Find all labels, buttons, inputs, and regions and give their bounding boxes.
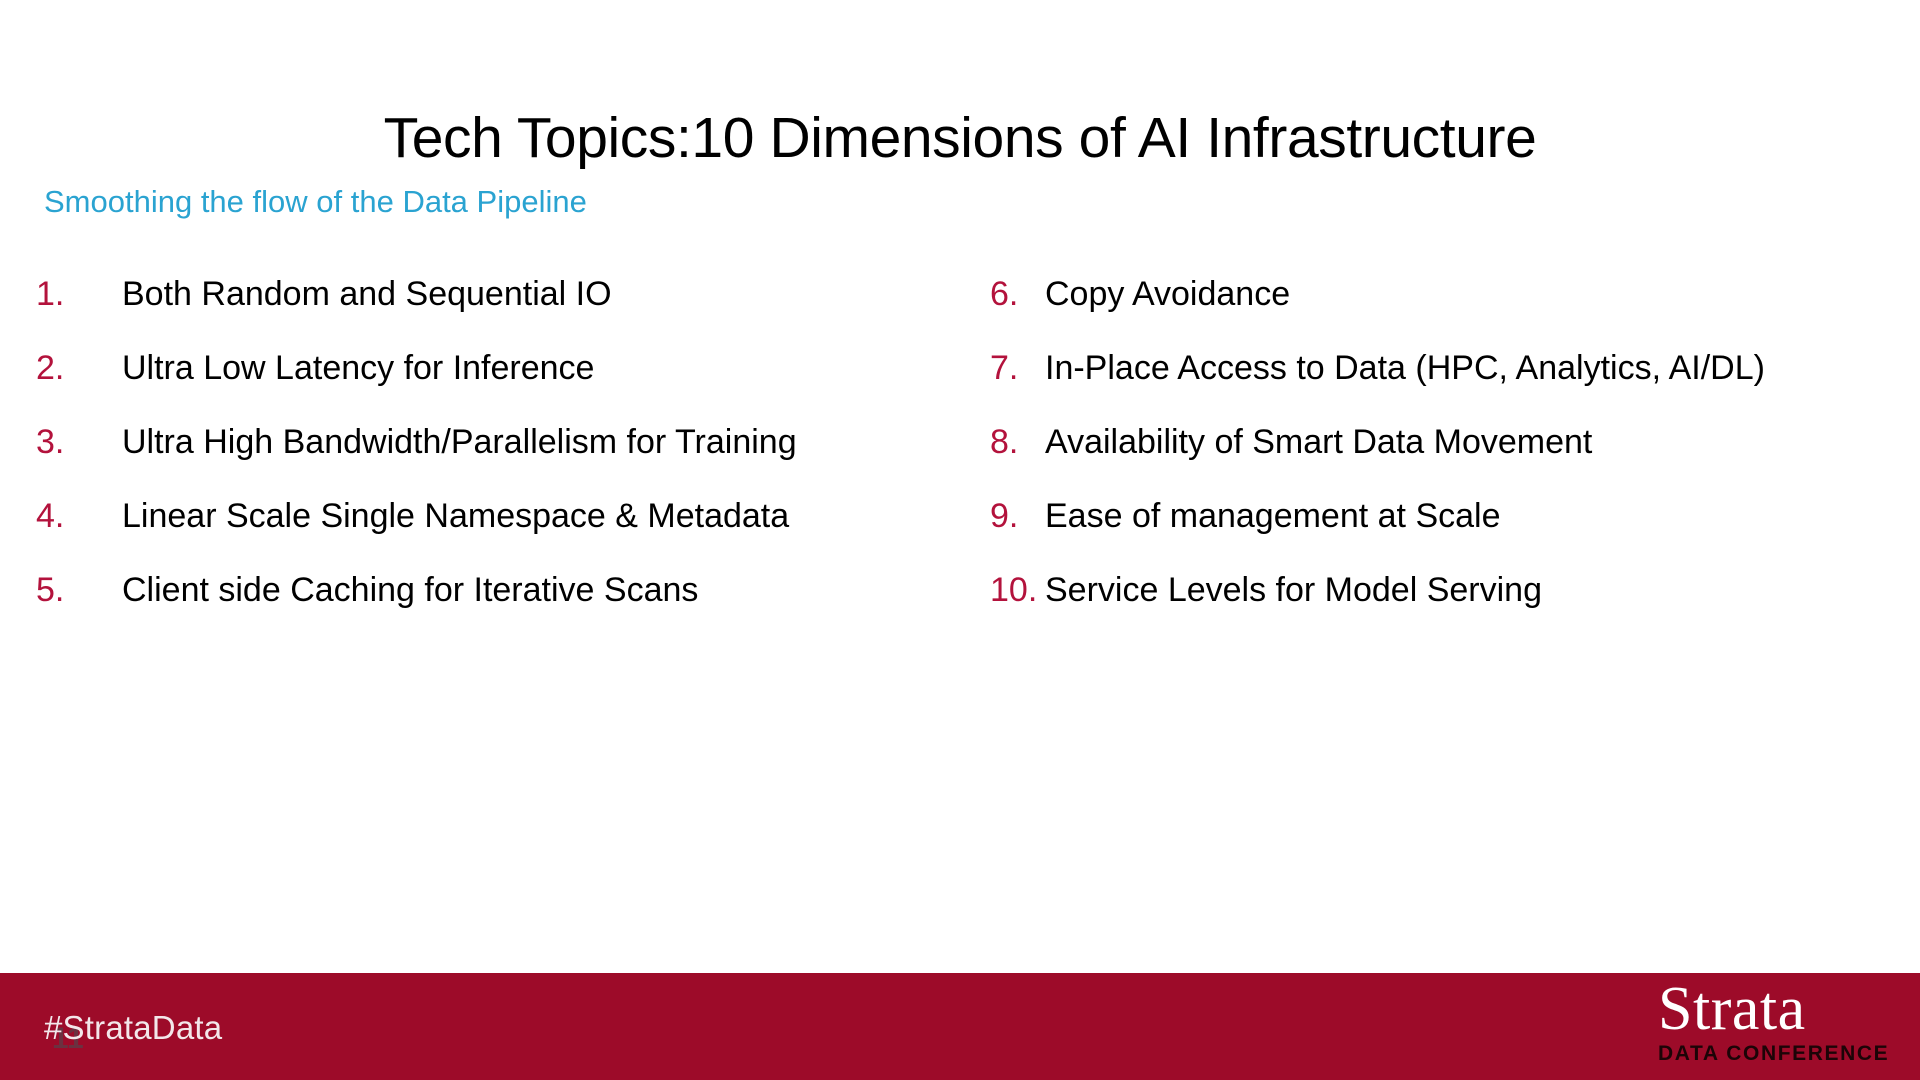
list-item: 2. Ultra Low Latency for Inference: [36, 342, 916, 394]
strata-logo-wordmark: Strata: [1658, 975, 1806, 1043]
list-item-number: 3.: [36, 423, 65, 461]
list-item: 3. Ultra High Bandwidth/Parallelism for …: [36, 416, 916, 468]
list-item-label: Availability of Smart Data Movement: [1045, 423, 1593, 461]
list-item-label: In-Place Access to Data (HPC, Analytics,…: [1045, 349, 1765, 387]
list-item-number: 2.: [36, 349, 65, 387]
left-list-column: 1. Both Random and Sequential IO 2. Ultr…: [36, 268, 916, 638]
list-item: 8. Availability of Smart Data Movement: [990, 416, 1870, 468]
list-item-number: 9.: [990, 497, 1019, 535]
list-item: 9. Ease of management at Scale: [990, 490, 1870, 542]
list-item-number: 1.: [36, 275, 65, 313]
list-item: 10. Service Levels for Model Serving: [990, 564, 1870, 616]
list-item-number: 5.: [36, 571, 65, 609]
list-item-number: 6.: [990, 275, 1019, 313]
list-item-label: Ease of management at Scale: [1045, 497, 1501, 535]
list-item: 6. Copy Avoidance: [990, 268, 1870, 320]
list-item-label: Linear Scale Single Namespace & Metadata: [122, 497, 790, 535]
page-title: Tech Topics:10 Dimensions of AI Infrastr…: [383, 106, 1537, 171]
list-item: 5. Client side Caching for Iterative Sca…: [36, 564, 916, 616]
list-item-number: 8.: [990, 423, 1019, 461]
list-item: 7. In-Place Access to Data (HPC, Analyti…: [990, 342, 1870, 394]
conference-hashtag: #StrataData: [44, 1009, 223, 1046]
list-item-label: Ultra High Bandwidth/Parallelism for Tra…: [122, 423, 797, 461]
strata-logo-subtitle: DATA CONFERENCE: [1658, 1042, 1890, 1065]
list-item-label: Service Levels for Model Serving: [1045, 571, 1543, 609]
list-item-label: Client side Caching for Iterative Scans: [122, 571, 699, 609]
list-item-number: 7.: [990, 349, 1019, 387]
footer-bar: 11 #StrataData Strata DATA CONFERENCE: [0, 973, 1920, 1080]
strata-logo: Strata DATA CONFERENCE: [1658, 978, 1898, 1066]
list-item-number: 4.: [36, 497, 65, 535]
list-item-label: Copy Avoidance: [1045, 275, 1291, 313]
list-item-label: Both Random and Sequential IO: [122, 275, 612, 313]
list-item-label: Ultra Low Latency for Inference: [122, 349, 595, 387]
list-item: 1. Both Random and Sequential IO: [36, 268, 916, 320]
slide-canvas: Tech Topics:10 Dimensions of AI Infrastr…: [0, 0, 1920, 1080]
right-list-column: 6. Copy Avoidance 7. In-Place Access to …: [990, 268, 1870, 638]
slide-subtitle: Smoothing the flow of the Data Pipeline: [44, 184, 587, 219]
list-item: 4. Linear Scale Single Namespace & Metad…: [36, 490, 916, 542]
